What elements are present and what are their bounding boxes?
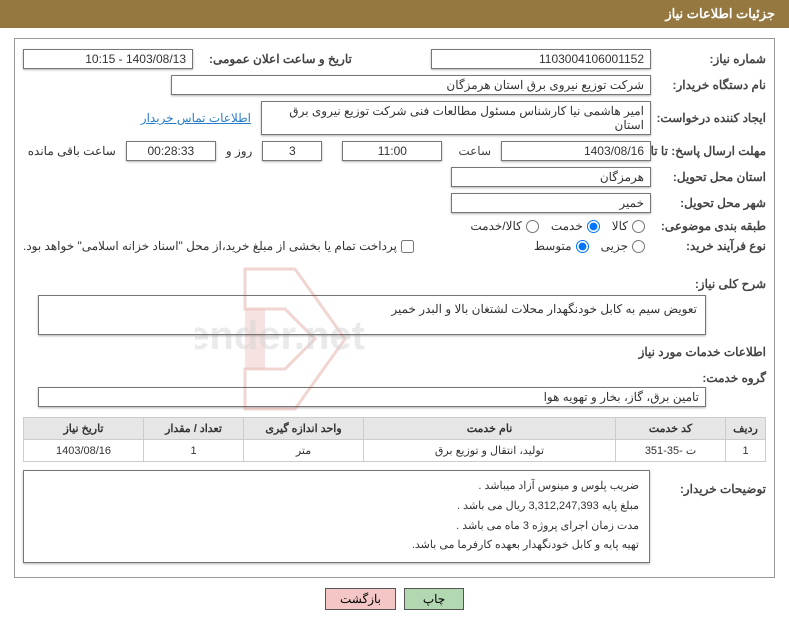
page-title: جزئیات اطلاعات نیاز	[665, 6, 775, 21]
th-need-date: تاریخ نیاز	[24, 418, 144, 440]
th-unit: واحد اندازه گیری	[244, 418, 364, 440]
buyer-note-line: تهیه پایه و کابل خودنگهدار بعهده کارفرما…	[34, 536, 639, 556]
time-label: ساعت	[452, 144, 491, 158]
payment-checkbox-input[interactable]	[401, 240, 414, 253]
summary-label: شرح کلی نیاز:	[689, 277, 766, 291]
cell-qty: 1	[144, 440, 244, 462]
cell-code: ت -35-351	[616, 440, 726, 462]
deadline-time-field: 11:00	[342, 141, 442, 161]
services-section-title: اطلاعات خدمات مورد نیاز	[23, 345, 766, 359]
th-name: نام خدمت	[364, 418, 616, 440]
buyer-note-line: مبلغ پایه 3,312,247,393 ریال می باشد .	[34, 497, 639, 517]
buyer-org-field: شرکت توزیع نیروی برق استان هرمزگان	[171, 75, 651, 95]
summary-text: تعویض سیم به کابل خودنگهدار محلات لشتغان…	[391, 302, 697, 316]
radio-minor-input[interactable]	[632, 240, 645, 253]
radio-both-input[interactable]	[526, 220, 539, 233]
service-group-field: تامین برق، گاز، بخار و تهویه هوا	[38, 387, 706, 407]
radio-medium-input[interactable]	[576, 240, 589, 253]
requester-field: امیر هاشمی نیا کارشناس مسئول مطالعات فنی…	[261, 101, 651, 135]
radio-goods-input[interactable]	[632, 220, 645, 233]
services-table: ردیف کد خدمت نام خدمت واحد اندازه گیری ت…	[23, 417, 766, 462]
cell-name: تولید، انتقال و توزیع برق	[364, 440, 616, 462]
th-qty: تعداد / مقدار	[144, 418, 244, 440]
radio-service[interactable]: خدمت	[551, 219, 600, 233]
back-button[interactable]: بازگشت	[325, 588, 396, 610]
payment-checkbox[interactable]: پرداخت تمام یا بخشی از مبلغ خرید،از محل …	[23, 239, 414, 253]
radio-service-input[interactable]	[587, 220, 600, 233]
summary-box: تعویض سیم به کابل خودنگهدار محلات لشتغان…	[38, 295, 706, 335]
radio-medium[interactable]: متوسط	[534, 239, 589, 253]
need-number-field: 1103004106001152	[431, 49, 651, 69]
buyer-note-line: مدت زمان اجرای پروژه 3 ماه می باشد .	[34, 517, 639, 537]
deadline-label: مهلت ارسال پاسخ: تا تاریخ:	[651, 143, 766, 160]
province-label: استان محل تحویل:	[651, 170, 766, 184]
cell-unit: متر	[244, 440, 364, 462]
buyer-desc-label: توضیحات خریدار:	[656, 482, 766, 496]
table-row: 1ت -35-351تولید، انتقال و توزیع برقمتر11…	[24, 440, 766, 462]
service-group-label: گروه خدمت:	[696, 371, 766, 385]
buyer-notes-box: ضریب پلوس و مینوس آزاد میباشد .مبلغ پایه…	[23, 470, 650, 563]
deadline-date-field: 1403/08/16	[501, 141, 651, 161]
radio-both[interactable]: کالا/خدمت	[470, 219, 538, 233]
th-code: کد خدمت	[616, 418, 726, 440]
requester-label: ایجاد کننده درخواست:	[651, 111, 766, 125]
city-field: خمیر	[451, 193, 651, 213]
city-label: شهر محل تحویل:	[651, 196, 766, 210]
need-number-label: شماره نیاز:	[651, 52, 766, 66]
days-and-label: روز و	[226, 144, 253, 158]
radio-minor[interactable]: جزیی	[601, 239, 645, 253]
contact-buyer-link[interactable]: اطلاعات تماس خریدار	[141, 111, 251, 125]
announce-label: تاریخ و ساعت اعلان عمومی:	[203, 52, 352, 66]
buyer-org-label: نام دستگاه خریدار:	[651, 78, 766, 92]
remaining-label: ساعت باقی مانده	[28, 144, 116, 158]
main-panel: AriaTender.net شماره نیاز: 1103004106001…	[14, 38, 775, 578]
announce-field: 1403/08/13 - 10:15	[23, 49, 193, 69]
cell-row: 1	[726, 440, 766, 462]
th-row: ردیف	[726, 418, 766, 440]
radio-goods[interactable]: کالا	[612, 219, 645, 233]
buyer-note-line: ضریب پلوس و مینوس آزاد میباشد .	[34, 477, 639, 497]
category-label: طبقه بندی موضوعی:	[651, 219, 766, 233]
print-button[interactable]: چاپ	[404, 588, 464, 610]
cell-need_date: 1403/08/16	[24, 440, 144, 462]
days-count-field: 3	[262, 141, 322, 161]
page-header: جزئیات اطلاعات نیاز	[0, 0, 789, 28]
process-label: نوع فرآیند خرید:	[651, 239, 766, 253]
province-field: هرمزگان	[451, 167, 651, 187]
countdown-field: 00:28:33	[126, 141, 216, 161]
